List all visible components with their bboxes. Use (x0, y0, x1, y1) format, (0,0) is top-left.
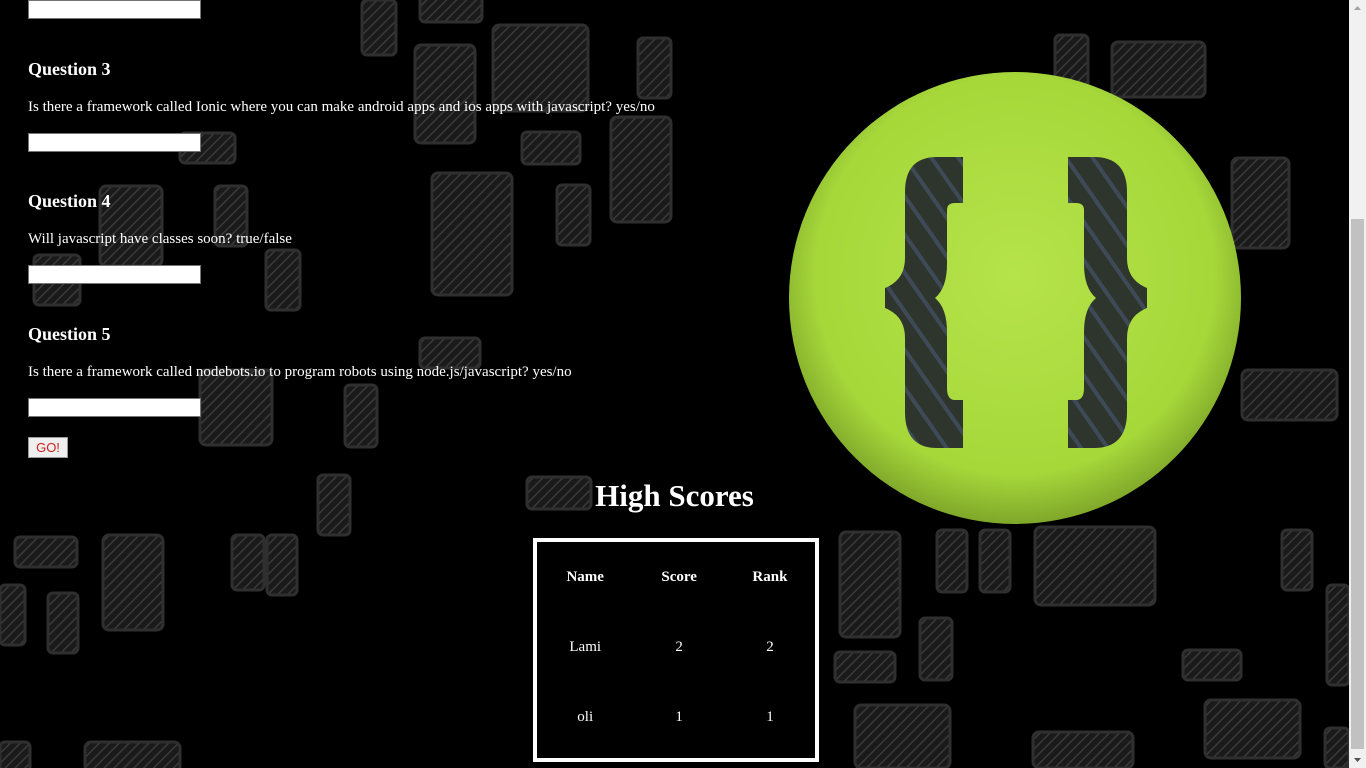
cell-score: 2 (675, 638, 683, 655)
table-row: oli 1 1 (537, 682, 815, 752)
high-scores-table-frame: Name Score Rank Lami 2 2 oli 1 1 (533, 538, 819, 762)
question-4-heading: Question 4 (28, 191, 111, 211)
answer-input-question-4[interactable] (28, 265, 201, 284)
cell-rank: 2 (766, 638, 774, 655)
question-5-text: Is there a framework called nodebots.io … (28, 364, 572, 380)
cell-rank: 1 (766, 708, 774, 725)
cell-name: Lami (569, 638, 602, 655)
go-button[interactable]: GO! (28, 437, 68, 458)
column-header-rank: Rank (752, 568, 788, 585)
high-scores-title: High Scores (595, 478, 754, 513)
cell-score: 1 (675, 708, 683, 725)
answer-input-question-3[interactable] (28, 133, 201, 152)
vertical-scrollbar[interactable] (1349, 0, 1366, 768)
question-3-heading: Question 3 (28, 59, 111, 79)
question-4-text: Will javascript have classes soon? true/… (28, 231, 292, 247)
question-3-text: Is there a framework called Ionic where … (28, 99, 655, 115)
scrollbar-thumb[interactable] (1351, 219, 1364, 749)
curly-braces-logo-icon (789, 72, 1241, 524)
chevron-down-icon[interactable] (1349, 751, 1366, 768)
table-header-row: Name Score Rank (537, 542, 815, 612)
column-header-score: Score (661, 568, 697, 585)
high-scores-table: Name Score Rank Lami 2 2 oli 1 1 (537, 542, 815, 752)
question-5-heading: Question 5 (28, 324, 111, 344)
page: Question 3 Is there a framework called I… (0, 0, 1366, 768)
table-row: Lami 2 2 (537, 612, 815, 682)
answer-input-question-5[interactable] (28, 398, 201, 417)
column-header-name: Name (566, 568, 604, 585)
chevron-up-icon[interactable] (1349, 0, 1366, 17)
cell-name: oli (577, 708, 594, 725)
answer-input-question-2[interactable] (28, 0, 201, 19)
